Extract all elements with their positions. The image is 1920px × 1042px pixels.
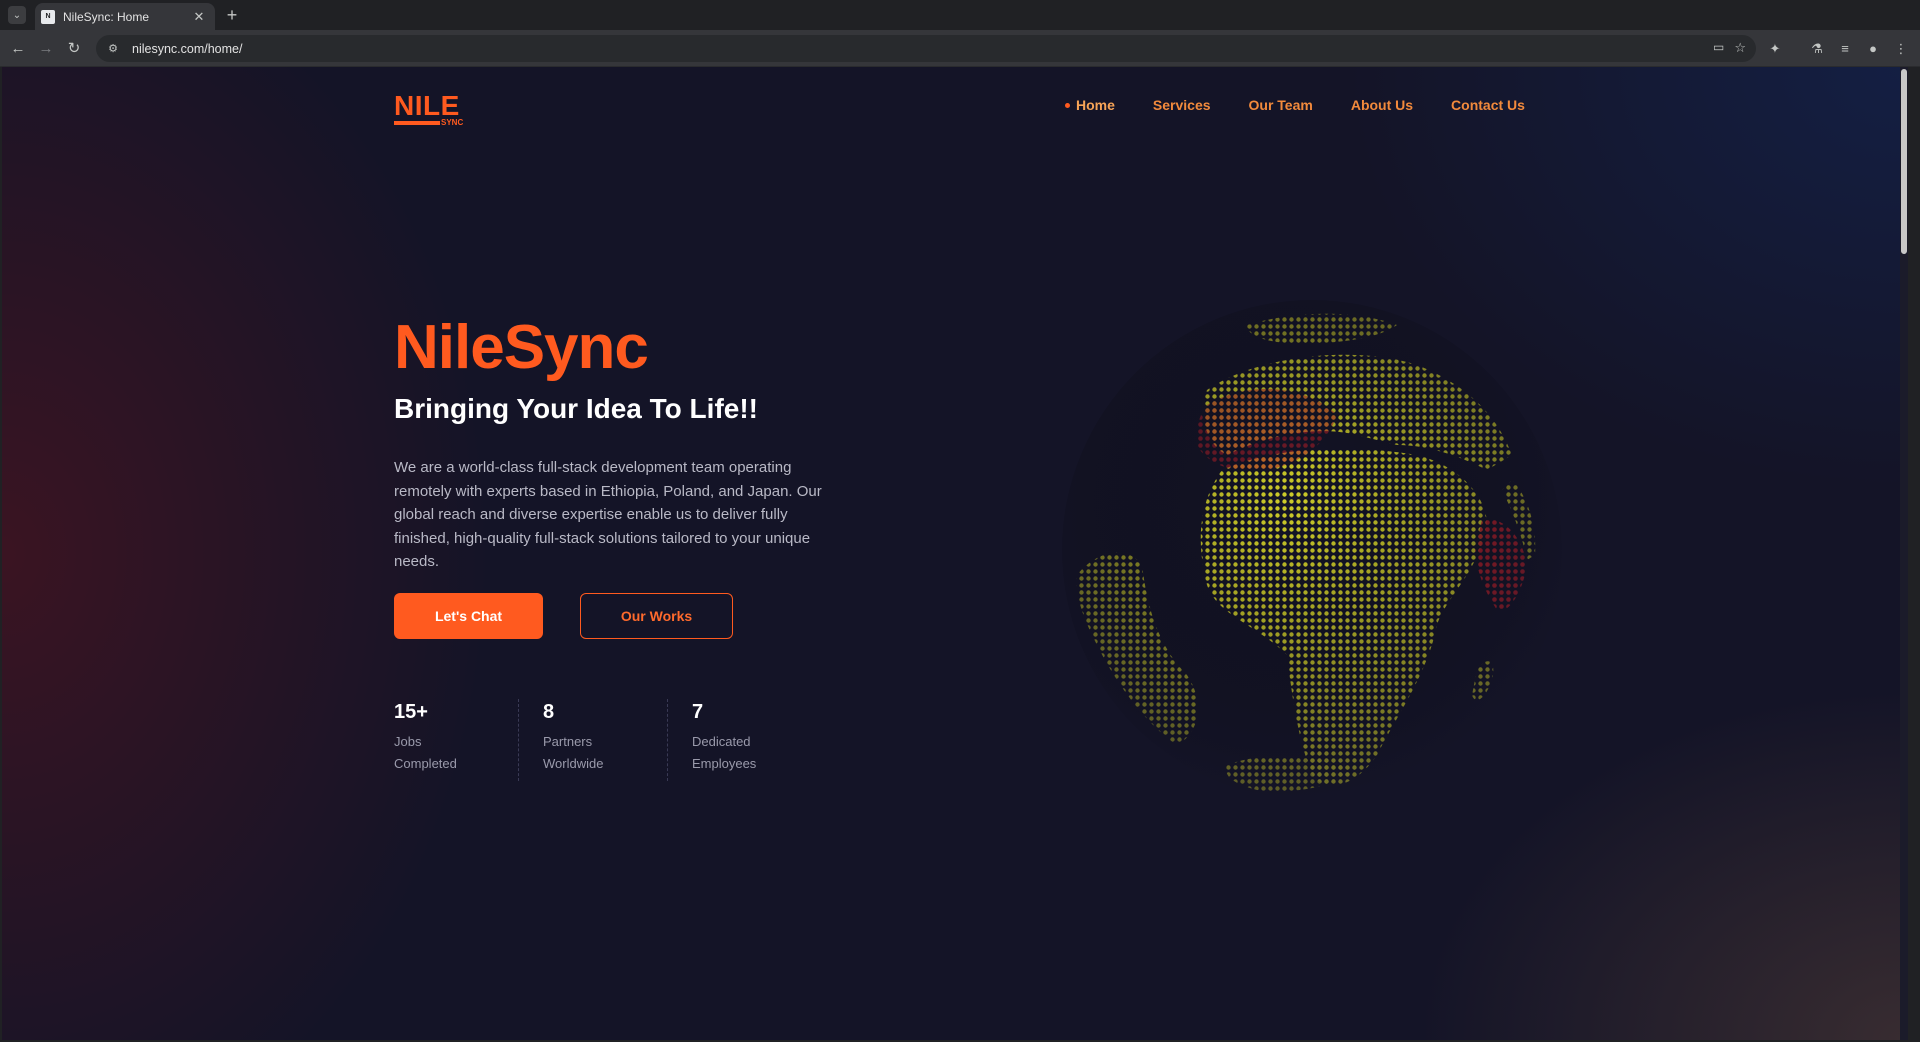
browser-tabbar: ⌄ N NileSync: Home ✕ + (0, 0, 1920, 30)
media-icon[interactable]: ≡ (1835, 39, 1855, 59)
tab-title: NileSync: Home (63, 9, 150, 24)
hero-description: We are a world-class full-stack developm… (394, 459, 822, 570)
plus-icon[interactable]: + (222, 5, 242, 25)
stat-value: 7 (692, 701, 704, 723)
forward-icon[interactable]: → (36, 39, 56, 59)
address-bar[interactable]: ⚙ nilesync.com/home/ ▭ ☆ (96, 35, 1756, 62)
site-logo[interactable]: NILE SYNC (394, 92, 466, 130)
stat-label: Partners Worldwide (543, 731, 643, 775)
hero-title: NileSync (394, 313, 649, 382)
nav-about-us[interactable]: About Us (1351, 97, 1413, 113)
logo-underline (394, 121, 440, 125)
labs-icon[interactable]: ⚗ (1807, 39, 1827, 59)
logo-sub-text: SYNC (441, 118, 464, 127)
stat-jobs: 15+ Jobs Completed (394, 699, 519, 781)
main-nav: Home Services Our Team About Us Contact … (1065, 97, 1525, 113)
stat-label-line2: Employees (692, 756, 757, 771)
nav-services[interactable]: Services (1153, 97, 1211, 113)
site-info-icon[interactable]: ⚙ (106, 42, 120, 56)
our-works-button[interactable]: Our Works (580, 593, 733, 639)
lets-chat-button[interactable]: Let's Chat (394, 593, 543, 639)
stat-employees: 7 Dedicated Employees (692, 699, 816, 781)
stat-label-line1: Partners (543, 734, 593, 749)
globe-shading (1062, 300, 1562, 800)
nav-contact-us[interactable]: Contact Us (1451, 97, 1525, 113)
tab-list-icon[interactable]: ⌄ (8, 6, 26, 24)
stat-label-line1: Dedicated (692, 734, 751, 749)
back-icon[interactable]: ← (8, 39, 28, 59)
reload-icon[interactable]: ↻ (64, 39, 84, 59)
page-viewport: NILE SYNC Home Services Our Team About U… (2, 67, 1908, 1040)
stat-label: Jobs Completed (394, 731, 494, 775)
page-scrollbar[interactable] (1900, 67, 1908, 1040)
stat-partners: 8 Partners Worldwide (543, 699, 668, 781)
cast-icon[interactable]: ▭ (1713, 40, 1724, 56)
scrollbar-thumb[interactable] (1901, 69, 1907, 254)
stats-row: 15+ Jobs Completed 8 Partners Worldwide … (394, 699, 840, 781)
favicon-icon: N (41, 9, 55, 24)
menu-icon[interactable]: ⋮ (1891, 39, 1911, 59)
profile-icon[interactable]: ● (1863, 39, 1883, 59)
stat-label-line2: Completed (394, 756, 457, 771)
browser-tab[interactable]: N NileSync: Home ✕ (35, 3, 215, 30)
close-icon[interactable]: ✕ (191, 9, 207, 25)
stat-label-line2: Worldwide (543, 756, 604, 771)
nav-home[interactable]: Home (1065, 97, 1115, 113)
globe-graphic (1062, 300, 1562, 800)
stat-value: 8 (543, 701, 555, 723)
extensions-icon[interactable]: ✦ (1765, 39, 1785, 59)
url-text[interactable]: nilesync.com/home/ (132, 42, 242, 56)
stat-value: 15+ (394, 701, 428, 723)
browser-toolbar: ← → ↻ ⚙ nilesync.com/home/ ▭ ☆ ✦ ⚗ ≡ ● ⋮ (0, 30, 1920, 67)
hero-subtitle: Bringing Your Idea To Life!! (394, 393, 758, 424)
logo-main-text: NILE (394, 90, 460, 121)
stat-label: Dedicated Employees (692, 731, 792, 775)
active-dot (1065, 102, 1070, 108)
nav-our-team[interactable]: Our Team (1249, 97, 1313, 113)
nav-home-label: Home (1076, 97, 1115, 113)
stat-label-line1: Jobs (394, 734, 422, 749)
star-icon[interactable]: ☆ (1734, 40, 1746, 56)
